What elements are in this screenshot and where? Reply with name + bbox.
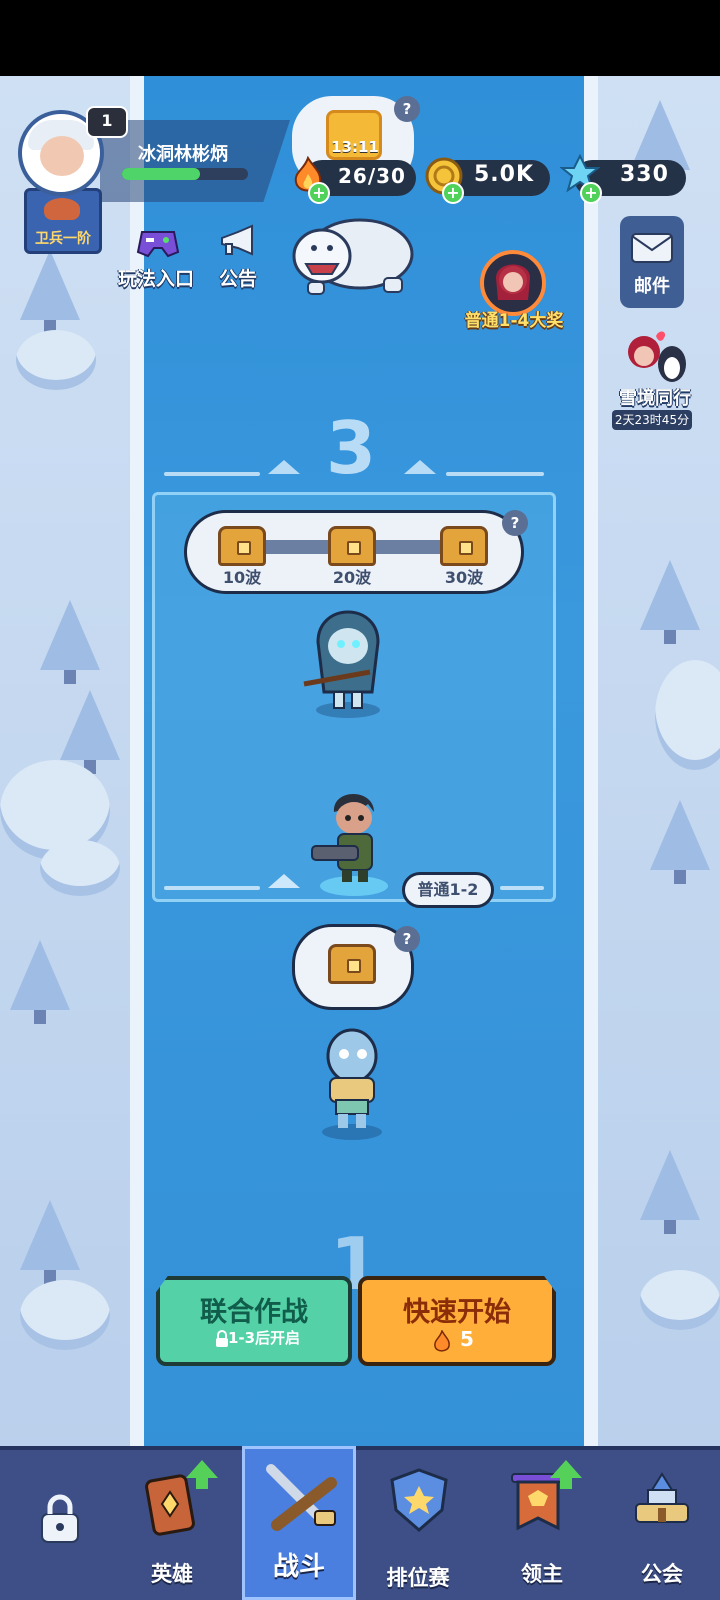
chest-icon [328, 944, 376, 984]
wave-30-chest-icon[interactable] [440, 526, 488, 566]
stage-divider-peak [404, 460, 436, 474]
stage-divider-peak [268, 460, 300, 474]
stage-divider [446, 472, 544, 476]
coop-battle-unlock-hint: 1-3后开启 [227, 1329, 301, 1347]
polar-bear-boss-icon[interactable] [288, 208, 416, 298]
stamina-value: 26/30 [338, 164, 406, 188]
nav-lord-label: 领主 [521, 1562, 563, 1586]
add-gold-icon[interactable]: + [442, 182, 464, 204]
nav-battle-label: 战斗 [272, 1552, 325, 1582]
snow-bush [40, 840, 120, 896]
stage-reward-event-label: 普通1-4大奖 [464, 311, 564, 331]
stage-divider [500, 886, 544, 890]
rank-emblem-icon [44, 198, 80, 220]
timer-help-icon[interactable]: ? [394, 96, 420, 122]
megaphone-icon [221, 224, 253, 256]
xp-bar-fill [122, 168, 200, 180]
add-stamina-icon[interactable]: + [308, 182, 330, 204]
snow-event-icon[interactable] [622, 326, 692, 388]
game-screen: 卫兵一阶 1 冰洞林彬炳 玩法入口 公告 13:11 ? + 26/30 + 5 [0, 0, 720, 1600]
nav-guild[interactable]: 公会 [606, 1446, 718, 1600]
stage-divider [164, 472, 260, 476]
nav-battle[interactable]: 战斗 [242, 1446, 356, 1600]
nav-ranked-label: 排位赛 [386, 1566, 450, 1590]
snow-bush [16, 330, 96, 390]
nav-guild-label: 公会 [641, 1562, 683, 1586]
controller-icon [136, 231, 180, 258]
nav-lord[interactable]: 领主 [486, 1446, 598, 1600]
current-stage-tag[interactable]: 普通1-2 [402, 872, 494, 908]
nav-locked-slot[interactable] [4, 1446, 116, 1600]
gameplay-entry-button[interactable]: 玩法入口 [114, 216, 198, 292]
upgrade-arrow-icon [550, 1460, 582, 1489]
hero-card-icon [145, 1474, 195, 1536]
player-level-badge: 1 [86, 106, 128, 138]
quick-start-title: 快速开始 [403, 1297, 511, 1328]
snow-bush [20, 1280, 110, 1350]
envelope-icon [631, 233, 673, 263]
snow-event-countdown: 2天23时45分 [612, 410, 692, 430]
avatar-face [40, 136, 84, 176]
add-gems-icon[interactable]: + [580, 182, 602, 204]
rank-shield-icon [390, 1468, 448, 1532]
nav-ranked[interactable]: 排位赛 [362, 1446, 474, 1600]
banner-icon [511, 1473, 565, 1531]
snow-tree [640, 560, 700, 644]
river-edge-right [584, 76, 598, 1476]
wave-10-chest-icon[interactable] [218, 526, 266, 566]
guild-castle-icon [635, 1472, 689, 1523]
snow-tree [20, 1200, 80, 1284]
notice-label: 公告 [218, 268, 257, 290]
stage-divider [164, 886, 260, 890]
chest-help-icon[interactable]: ? [394, 926, 420, 952]
wave-20-label: 20波 [332, 568, 372, 587]
snow-tree [60, 690, 120, 774]
hooded-crossbow-enemy [303, 610, 380, 718]
upgrade-arrow-icon [186, 1460, 218, 1489]
stamina-timer: 13:11 [331, 138, 379, 156]
lock-icon [41, 1494, 79, 1543]
snow-event-label: 雪境同行 [619, 388, 691, 409]
snow-tree [10, 940, 70, 1024]
wave-20-chest-icon[interactable] [328, 526, 376, 566]
notice-button[interactable]: 公告 [210, 216, 266, 292]
gems-value: 330 [620, 162, 669, 187]
player-name: 冰洞林彬炳 [138, 144, 228, 165]
stage-divider-peak [268, 874, 300, 888]
snow-tree [650, 800, 710, 884]
next-stage-number: 3 [326, 406, 377, 490]
heroine-portrait-icon [496, 264, 530, 300]
gameplay-entry-label: 玩法入口 [117, 268, 194, 290]
nav-heroes[interactable]: 英雄 [116, 1446, 228, 1600]
coop-battle-title: 联合作战 [200, 1297, 308, 1328]
crossed-weapons-icon [266, 1464, 337, 1531]
player-hero [311, 794, 388, 896]
wave-rewards-help-icon[interactable]: ? [502, 510, 528, 536]
quick-start-cost: 5 [460, 1327, 474, 1351]
snow-tree [40, 600, 100, 684]
wave-30-label: 30波 [444, 568, 484, 587]
snow-tree [20, 250, 80, 334]
snow-tree [640, 1150, 700, 1234]
wave-10-label: 10波 [222, 568, 262, 587]
snow-bush [640, 1270, 720, 1330]
ice-zombie-enemy [322, 1028, 382, 1140]
nav-heroes-label: 英雄 [151, 1562, 193, 1586]
rank-label: 卫兵一阶 [35, 231, 91, 247]
mail-label: 邮件 [634, 276, 670, 297]
gold-value: 5.0K [474, 162, 535, 187]
status-bar [0, 0, 720, 76]
